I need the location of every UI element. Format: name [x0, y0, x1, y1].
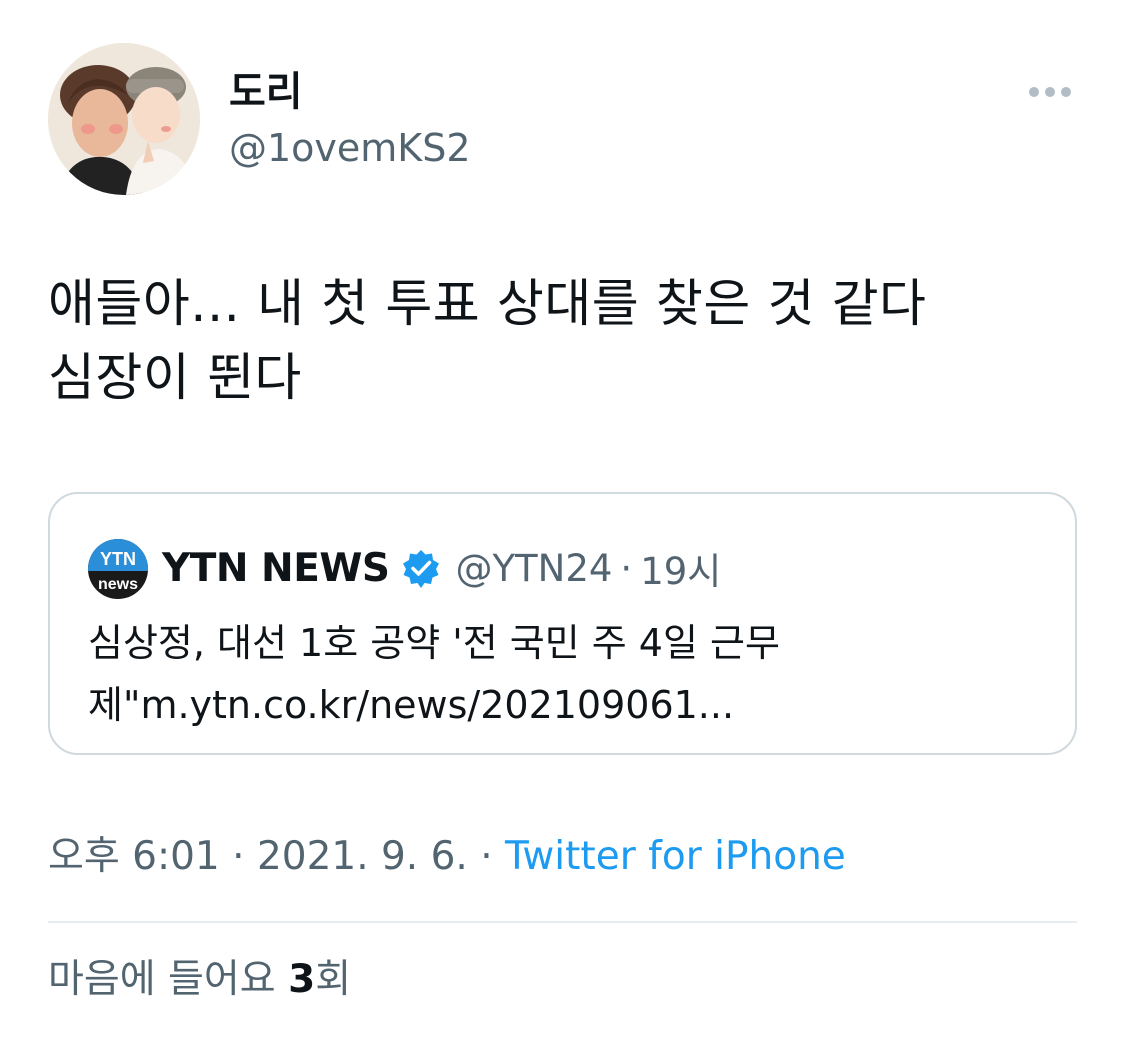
likes-count: 3 [288, 957, 316, 1002]
tweet: 도리 @1ovemKS2 애들아... 내 첫 투표 상대를 찾은 것 같다 심… [0, 0, 1125, 1040]
quoted-separator: · [620, 546, 633, 590]
quoted-author-handle: @YTN24 [455, 546, 613, 590]
verified-icon [403, 550, 440, 588]
quoted-tweet-header: YTN NEWS @YTN24 · 19시 [162, 540, 721, 596]
ytn-logo: YTN news [88, 539, 148, 599]
more-icon[interactable] [1025, 80, 1075, 104]
author-display-name[interactable]: 도리 [229, 68, 303, 116]
tweet-text: 애들아... 내 첫 투표 상대를 찾은 것 같다 심장이 뛴다 [48, 275, 927, 408]
quoted-tweet-text: 심상정, 대선 1호 공약 '전 국민 주 4일 근무 제"m.ytn.co.k… [88, 621, 780, 727]
quoted-time: 19시 [640, 550, 722, 593]
tweet-time: 오후 6:01 [48, 834, 220, 879]
meta-separator: · [467, 834, 506, 879]
quoted-tweet[interactable]: YTN news YTN NEWS @YTN24 · 19시 심상정, 대선 1… [48, 492, 1077, 755]
divider [48, 921, 1077, 923]
tweet-date: 2021. 9. 6. [256, 834, 468, 879]
tweet-source-link[interactable]: Twitter for iPhone [505, 834, 846, 879]
likes-stat[interactable]: 마음에 들어요 3회 [48, 952, 351, 1008]
quoted-author-name: YTN NEWS [162, 545, 390, 591]
ytn-logo-top-text: YTN [100, 549, 136, 569]
avatar[interactable] [48, 43, 200, 195]
author-handle[interactable]: @1ovemKS2 [229, 125, 471, 171]
likes-prefix: 마음에 들어요 [48, 957, 289, 1002]
ytn-logo-bottom-text: news [98, 576, 138, 593]
likes-suffix: 회 [315, 957, 352, 1002]
tweet-meta: 오후 6:01 · 2021. 9. 6. · Twitter for iPho… [48, 830, 846, 884]
meta-separator: · [219, 834, 257, 879]
